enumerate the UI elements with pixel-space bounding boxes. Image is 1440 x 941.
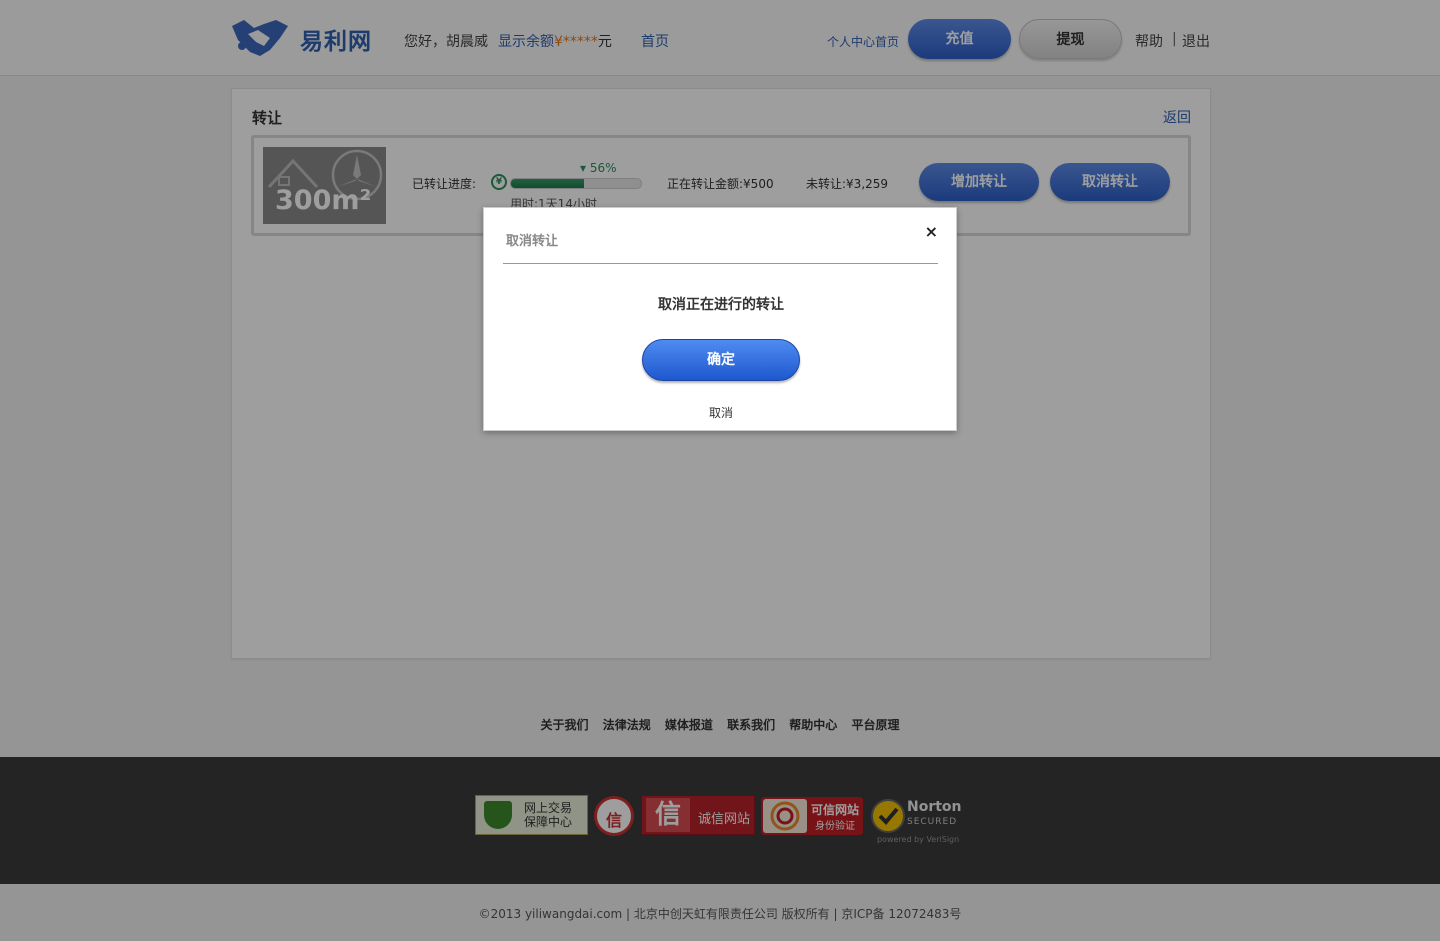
dialog-title: 取消转让	[506, 234, 559, 249]
dialog-message: 取消正在进行的转让	[658, 297, 784, 313]
confirm-button[interactable]: 确定	[642, 339, 800, 381]
dialog-cancel-link[interactable]: 取消	[484, 404, 958, 421]
modal-overlay	[0, 0, 1440, 941]
cancel-transfer-dialog: 取消转让 × 取消正在进行的转让 确定 取消	[483, 207, 957, 431]
close-icon[interactable]: ×	[925, 222, 938, 241]
dialog-divider	[503, 263, 938, 264]
